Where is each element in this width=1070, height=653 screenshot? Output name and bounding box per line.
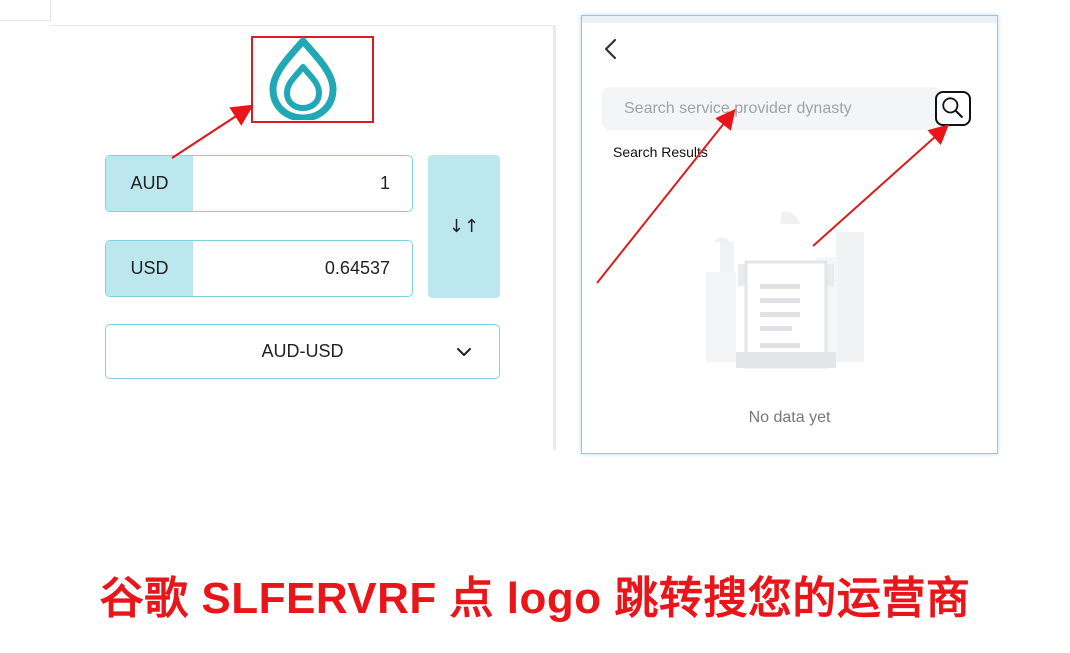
window-corner [0, 0, 51, 21]
empty-document-illustration [706, 212, 864, 369]
swap-arrows-icon: ↓↑ [448, 216, 480, 237]
search-icon [942, 97, 963, 118]
empty-state-text: No data yet [748, 409, 831, 426]
annotation-caption: 谷歌 SLFERVRF 点 logo 跳转搜您的运营商 [99, 574, 971, 623]
to-currency-label[interactable]: USD [106, 241, 193, 296]
to-amount-value: 0.64537 [324, 258, 390, 278]
top-border-line [50, 25, 555, 26]
search-placeholder: Search service provider dynasty [624, 99, 852, 117]
search-button[interactable] [935, 91, 971, 126]
swap-currencies-button[interactable]: ↓↑ [428, 155, 500, 298]
vertical-divider [553, 26, 556, 450]
from-amount-value[interactable]: 1 [380, 156, 390, 211]
search-panel: Search service provider dynasty Search R… [581, 15, 998, 454]
to-amount-field[interactable]: USD 0.64537 [105, 240, 413, 297]
water-drop-logo-icon[interactable] [267, 37, 339, 120]
back-arrow-icon[interactable] [602, 38, 620, 60]
currency-pair-select[interactable]: AUD-USD [105, 324, 500, 379]
panel-top-bar [582, 16, 997, 23]
chevron-down-icon [457, 348, 471, 356]
currency-pair-label: AUD-USD [261, 341, 344, 361]
from-amount-field[interactable]: AUD 1 [105, 155, 413, 212]
search-input[interactable]: Search service provider dynasty [602, 87, 942, 130]
from-currency-label[interactable]: AUD [106, 156, 193, 211]
arrow-to-logo [171, 104, 254, 159]
search-results-label: Search Results [613, 144, 708, 160]
